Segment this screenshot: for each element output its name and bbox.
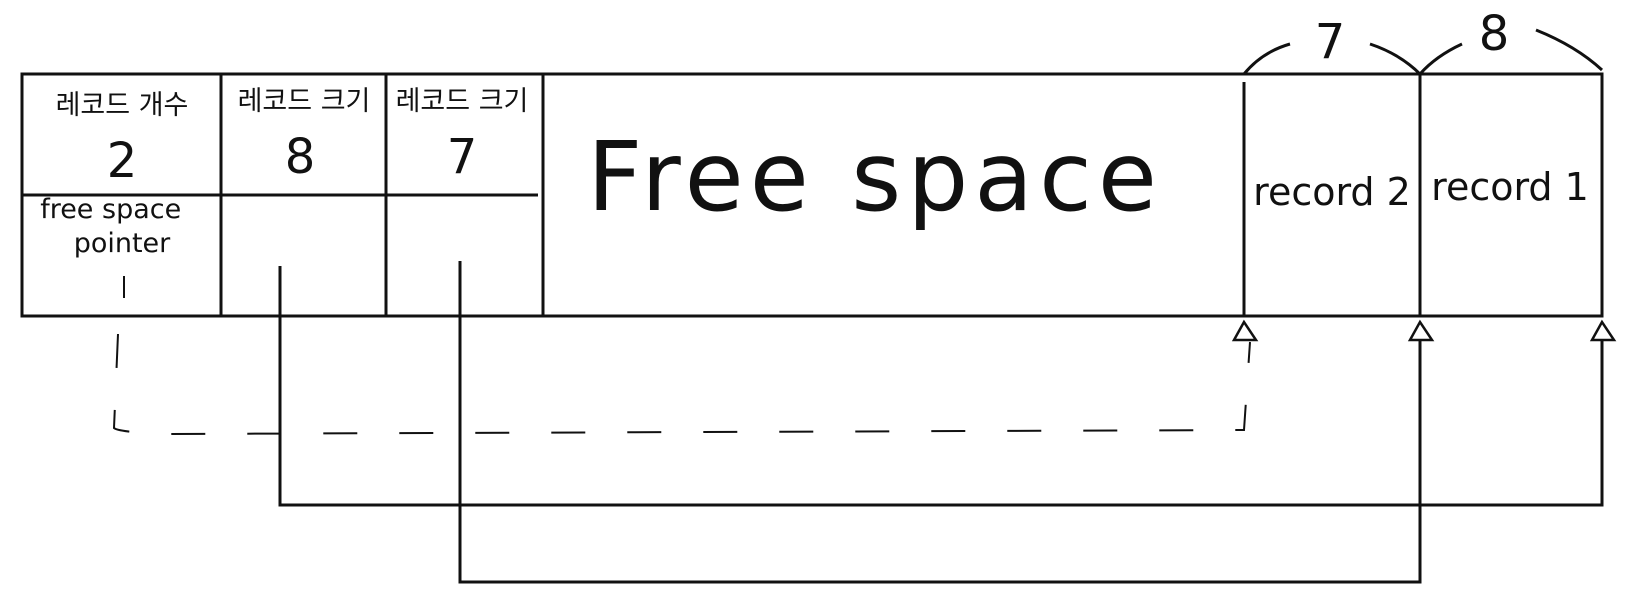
record-2-label: record 2 (1253, 170, 1411, 214)
record-size-label-1: 레코드 크기 (238, 86, 371, 117)
record-2-size-bracket-right (1369, 42, 1422, 76)
arrow-to-record-1-start (1407, 319, 1435, 342)
record-1-size-bracket-left (1418, 42, 1463, 75)
record-size-value-1: 8 (285, 129, 316, 185)
record-2-size-bracket-left (1242, 42, 1291, 75)
pointer-record-2 (458, 261, 1422, 584)
record-count-value: 2 (107, 133, 138, 189)
record-1-size-label: 8 (1479, 6, 1510, 62)
free-space-pointer-label: free space pointer (40, 194, 190, 259)
record-1-label: record 1 (1431, 165, 1589, 209)
record-size-label-2: 레코드 크기 (396, 86, 529, 117)
record-size-value-2: 7 (447, 129, 478, 185)
record-2-size-label: 7 (1315, 14, 1346, 70)
pointer-record-1 (278, 266, 1604, 507)
record-count-label: 레코드 개수 (56, 90, 189, 121)
slotted-page-diagram: 레코드 개수 2 레코드 크기 8 레코드 크기 7 free space po… (20, 6, 1617, 584)
arrow-to-page-end (1589, 319, 1617, 342)
record-1-size-bracket-right (1535, 28, 1604, 72)
arrow-to-record-2-start (1231, 319, 1259, 342)
free-space-label: Free space (587, 121, 1163, 233)
free-space-pointer-dashed-line (112, 333, 1251, 436)
